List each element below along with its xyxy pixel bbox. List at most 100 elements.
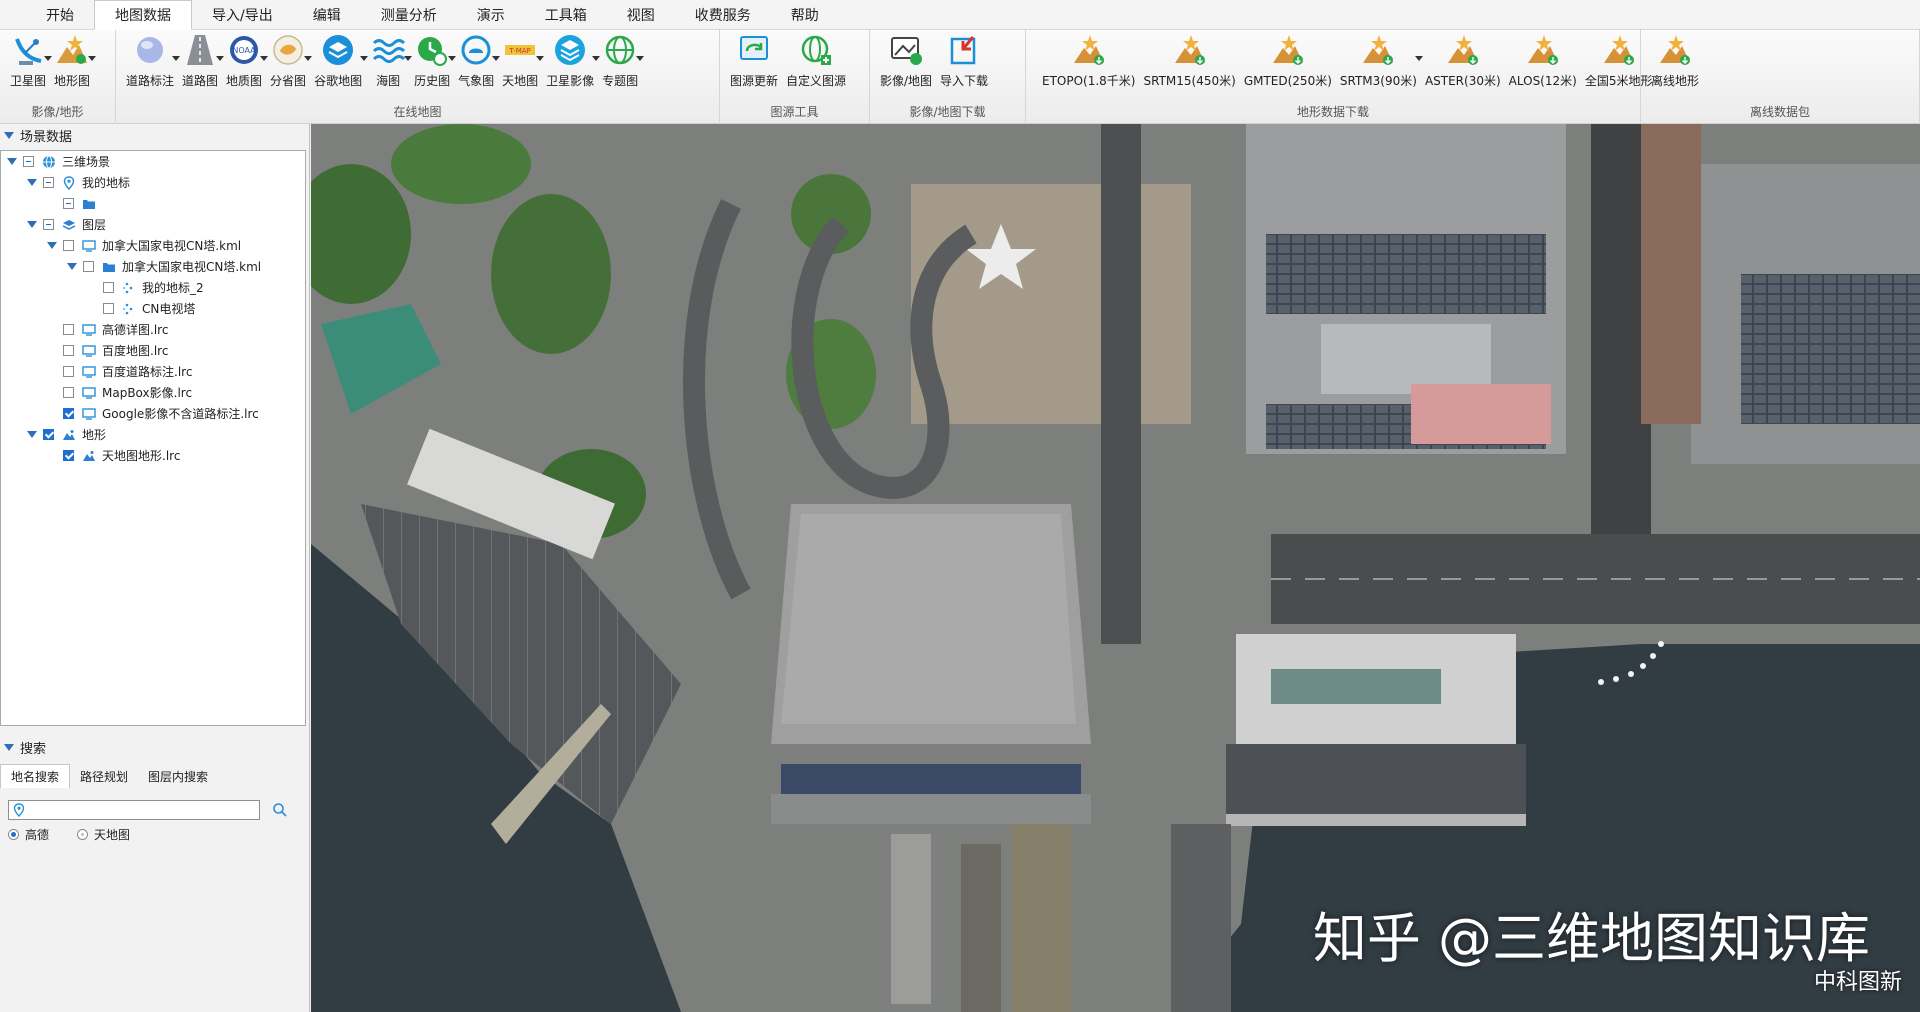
ribbon-button-1-5[interactable]: 海图 — [370, 32, 413, 89]
dropdown-arrow-icon[interactable] — [536, 56, 545, 61]
tree-checkbox[interactable] — [63, 450, 74, 461]
tree-item[interactable]: MapBox影像.lrc — [1, 382, 305, 403]
menu-tab-5[interactable]: 演示 — [457, 1, 525, 29]
ribbon-button-1-8[interactable]: T·MAP 天地图 — [502, 32, 545, 89]
dropdown-arrow-icon[interactable] — [1414, 56, 1423, 61]
tree-checkbox[interactable] — [43, 429, 54, 440]
ribbon-button-1-6[interactable]: 历史图 — [414, 32, 457, 89]
menu-tab-1[interactable]: 地图数据 — [94, 0, 192, 30]
ribbon-button-3-0[interactable]: 影像/地图 — [880, 32, 932, 89]
tree-item[interactable]: 三维场景 — [1, 151, 305, 172]
ribbon-button-4-5[interactable]: ALOS(12米) — [1509, 32, 1577, 89]
expand-triangle-icon[interactable] — [27, 220, 37, 230]
provider-radio[interactable] — [8, 829, 19, 840]
dropdown-arrow-icon[interactable] — [448, 56, 457, 61]
search-tab-0[interactable]: 地名搜索 — [0, 764, 71, 788]
ribbon-button-1-0[interactable]: 道路标注 — [126, 32, 181, 89]
tree-item[interactable]: 天地图地形.lrc — [1, 445, 305, 466]
ribbon-button-4-4[interactable]: ASTER(30米) — [1425, 32, 1501, 89]
ribbon-button-0-1[interactable]: 地形图 — [54, 32, 97, 89]
provider-radio[interactable] — [77, 829, 89, 840]
dropdown-arrow-icon[interactable] — [304, 56, 313, 61]
menu-tab-3[interactable]: 编辑 — [293, 1, 361, 29]
ribbon-button-2-0[interactable]: 图源更新 — [730, 32, 778, 89]
tree-item[interactable]: 百度道路标注.lrc — [1, 361, 305, 382]
scene-data-header[interactable]: 场景数据 — [0, 124, 309, 146]
dots-icon — [122, 281, 136, 295]
terrain-download-icon — [1172, 32, 1208, 68]
tree-item[interactable]: 我的地标_2 — [1, 277, 305, 298]
expand-triangle-icon[interactable] — [47, 241, 57, 251]
ribbon-button-1-7[interactable]: 气象图 — [458, 32, 501, 89]
tree-item[interactable]: 地形 — [1, 424, 305, 445]
tree-checkbox[interactable] — [63, 345, 74, 356]
search-tab-1[interactable]: 路径规划 — [70, 764, 138, 788]
dropdown-arrow-icon[interactable] — [592, 56, 601, 61]
menu-tab-0[interactable]: 开始 — [26, 1, 94, 29]
terrain-download-icon — [1445, 32, 1481, 68]
tree-checkbox[interactable] — [103, 282, 114, 293]
ribbon-button-0-0[interactable]: 卫星图 — [10, 32, 53, 89]
expand-triangle-icon[interactable] — [27, 430, 37, 440]
menu-tab-7[interactable]: 视图 — [607, 1, 675, 29]
place-search-input[interactable] — [25, 802, 259, 818]
expand-triangle-icon[interactable] — [27, 178, 37, 188]
ribbon-button-4-2[interactable]: GMTED(250米) — [1244, 32, 1332, 89]
dropdown-arrow-icon[interactable] — [44, 56, 53, 61]
ribbon-button-1-10[interactable]: 专题图 — [602, 32, 645, 89]
search-header[interactable]: 搜索 — [0, 736, 46, 758]
menu-tab-9[interactable]: 帮助 — [771, 1, 839, 29]
tree-checkbox[interactable] — [43, 219, 54, 230]
tree-checkbox[interactable] — [63, 240, 74, 251]
tree-item[interactable]: 图层 — [1, 214, 305, 235]
dropdown-arrow-icon[interactable] — [404, 56, 413, 61]
tree-item[interactable]: 加拿大国家电视CN塔.kml — [1, 235, 305, 256]
tree-checkbox[interactable] — [63, 408, 74, 419]
ribbon-button-3-1[interactable]: 导入下载 — [940, 32, 988, 89]
ribbon-button-1-1[interactable]: 道路图 — [182, 32, 225, 89]
tree-checkbox[interactable] — [43, 177, 54, 188]
tree-item[interactable]: Google影像不含道路标注.lrc — [1, 403, 305, 424]
ribbon-button-label: 地质图 — [226, 74, 263, 88]
tree-checkbox[interactable] — [103, 303, 114, 314]
tree-item[interactable]: CN电视塔 — [1, 298, 305, 319]
ribbon-button-4-1[interactable]: SRTM15(450米) — [1144, 32, 1236, 89]
menu-tab-4[interactable]: 测量分析 — [361, 1, 457, 29]
expand-triangle-icon[interactable] — [7, 157, 17, 167]
tree-checkbox[interactable] — [83, 261, 94, 272]
ribbon-button-4-0[interactable]: ETOPO(1.8千米) — [1042, 32, 1136, 89]
dropdown-arrow-icon[interactable] — [88, 56, 97, 61]
dropdown-arrow-icon[interactable] — [172, 56, 181, 61]
ribbon-button-1-9[interactable]: 卫星影像 — [546, 32, 601, 89]
search-tab-2[interactable]: 图层内搜索 — [138, 764, 218, 788]
search-icon[interactable] — [272, 802, 288, 818]
dropdown-arrow-icon[interactable] — [360, 56, 369, 61]
tree-checkbox[interactable] — [63, 366, 74, 377]
tree-item[interactable]: 百度地图.lrc — [1, 340, 305, 361]
tree-checkbox[interactable] — [63, 387, 74, 398]
menu-tab-6[interactable]: 工具箱 — [525, 1, 607, 29]
ribbon-button-1-2[interactable]: NOAA 地质图 — [226, 32, 269, 89]
tree-checkbox[interactable] — [23, 156, 34, 167]
tree-item[interactable]: 加拿大国家电视CN塔.kml — [1, 256, 305, 277]
ribbon-button-4-3[interactable]: SRTM3(90米) — [1340, 32, 1423, 89]
dropdown-arrow-icon[interactable] — [260, 56, 269, 61]
dropdown-arrow-icon[interactable] — [216, 56, 225, 61]
expand-triangle-icon[interactable] — [67, 262, 77, 272]
ribbon-button-1-3[interactable]: 分省图 — [270, 32, 313, 89]
ribbon-button-5-0[interactable]: 离线地形 — [1651, 32, 1699, 89]
tree-item[interactable]: 我的地标 — [1, 172, 305, 193]
menu-tab-8[interactable]: 收费服务 — [675, 1, 771, 29]
ribbon-button-1-4[interactable]: 谷歌地图 — [314, 32, 369, 89]
tree-item[interactable] — [1, 193, 305, 214]
map-view[interactable]: 知乎 @三维地图知识库 中科图新 — [311, 124, 1920, 1012]
tree-item[interactable]: 高德详图.lrc — [1, 319, 305, 340]
tree-checkbox[interactable] — [63, 198, 74, 209]
menu-tab-2[interactable]: 导入/导出 — [192, 1, 293, 29]
dropdown-arrow-icon[interactable] — [636, 56, 645, 61]
dropdown-arrow-icon[interactable] — [492, 56, 501, 61]
tree-checkbox[interactable] — [63, 324, 74, 335]
svg-text:T·MAP: T·MAP — [508, 47, 531, 55]
ribbon-button-2-1[interactable]: 自定义图源 — [786, 32, 846, 89]
